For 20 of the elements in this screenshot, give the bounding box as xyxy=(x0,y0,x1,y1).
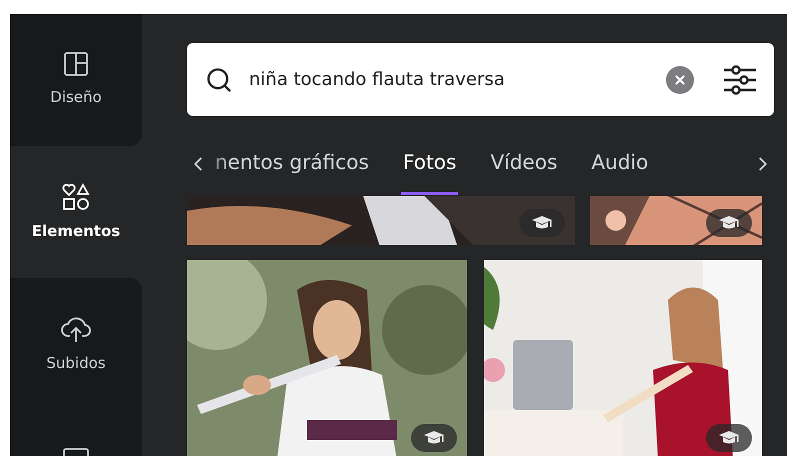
sidebar-item[interactable]: Diseño xyxy=(10,14,142,146)
tab[interactable]: nentos gráficos xyxy=(213,150,371,195)
graduation-cap-icon xyxy=(718,215,740,231)
clear-button[interactable] xyxy=(666,66,694,94)
tab[interactable]: Vídeos xyxy=(488,150,560,195)
sidebar-label: Elementos xyxy=(32,222,120,240)
close-icon xyxy=(673,72,687,86)
graduation-cap-icon xyxy=(718,430,740,446)
layout-icon xyxy=(62,50,90,78)
sidebar-label: Subidos xyxy=(46,354,106,372)
tab[interactable]: Audio xyxy=(589,150,650,195)
shapes-icon xyxy=(61,182,91,212)
sidebar-label: Diseño xyxy=(50,88,102,106)
graduation-cap-icon xyxy=(423,430,445,446)
search-icon xyxy=(205,66,233,94)
search-input[interactable]: niña tocando flauta traversa xyxy=(247,68,652,91)
filter-button[interactable] xyxy=(722,64,758,96)
sidebar-item[interactable]: Subidos xyxy=(10,278,142,410)
graduation-cap-icon xyxy=(531,215,553,231)
sliders-icon xyxy=(722,64,758,96)
